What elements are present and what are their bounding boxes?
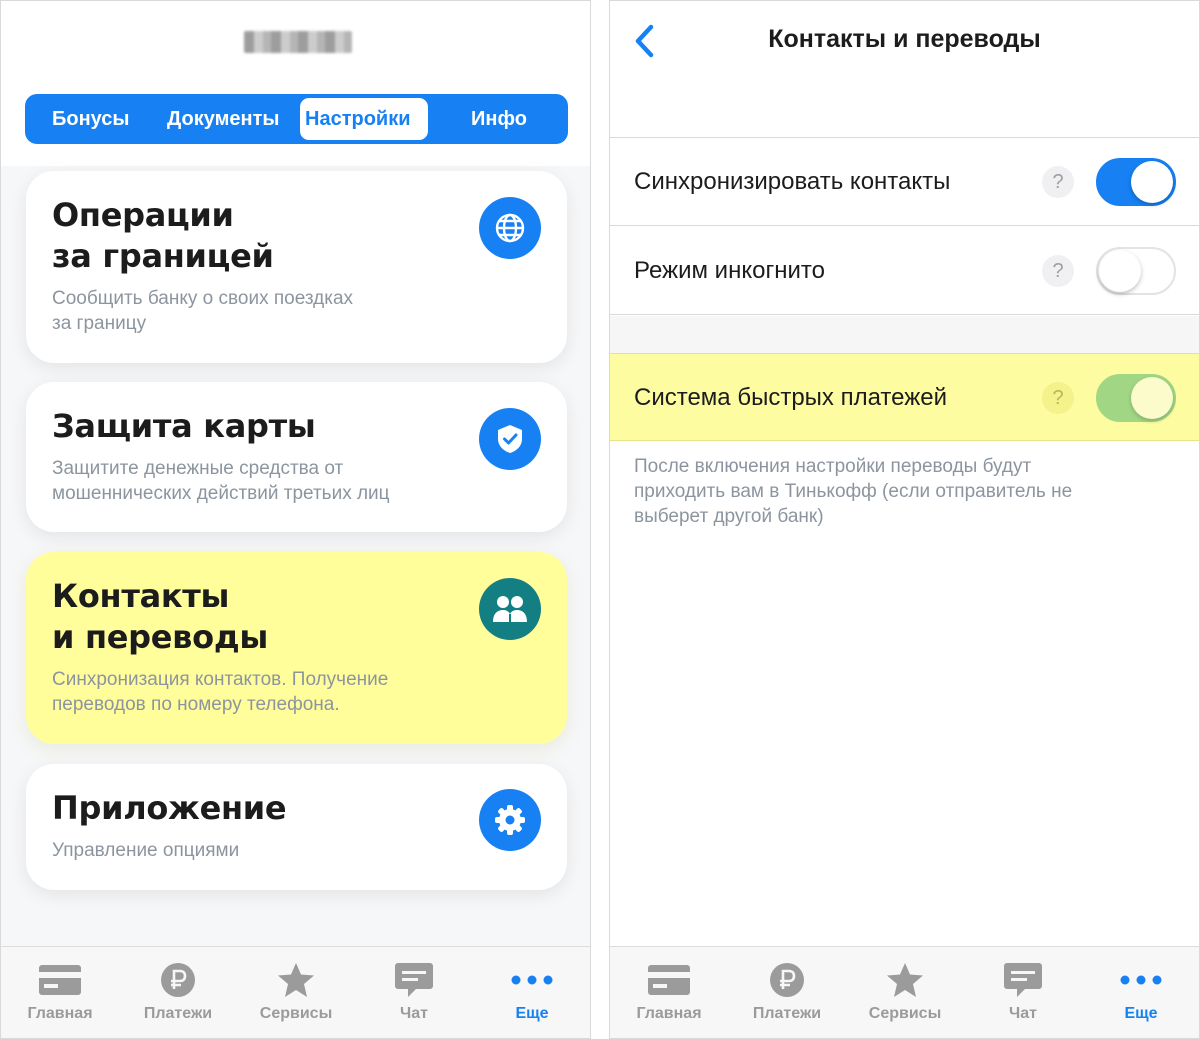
tab-bar-label: Сервисы bbox=[259, 1005, 333, 1022]
tab-bar-label: Главная bbox=[636, 1005, 702, 1022]
setting-footnote: После включения настройки переводы будут… bbox=[634, 456, 1073, 527]
tab-bar-item-chat[interactable]: Чат bbox=[964, 947, 1082, 1038]
shield-check-icon bbox=[479, 408, 541, 470]
star-icon bbox=[237, 961, 355, 999]
bottom-tab-bar: Главная Платежи Сервисы Чат Еще bbox=[1, 946, 590, 1038]
page-title: Контакты и переводы bbox=[768, 25, 1041, 53]
tab-bar-label: Главная bbox=[27, 1005, 93, 1022]
tab-bar-item-payments[interactable]: Платежи bbox=[728, 947, 846, 1038]
tab-bar-item-more[interactable]: Еще bbox=[1082, 947, 1199, 1038]
tab-bar-item-home[interactable]: Главная bbox=[1, 947, 119, 1038]
card-abroad-operations[interactable]: Операции за границей Сообщить банку о св… bbox=[26, 171, 567, 363]
setting-label: Синхронизировать контакты bbox=[634, 168, 951, 195]
divider bbox=[591, 0, 609, 1039]
more-icon bbox=[473, 961, 590, 999]
more-icon bbox=[1082, 961, 1199, 999]
blurred-user-name bbox=[244, 31, 352, 53]
tab-bar-label: Еще bbox=[515, 1005, 549, 1022]
tab-bar-label: Чат bbox=[400, 1005, 428, 1022]
navigation-bar: Контакты и переводы bbox=[610, 1, 1199, 138]
tab-bar-item-payments[interactable]: Платежи bbox=[119, 947, 237, 1038]
toggle-knob bbox=[1131, 377, 1173, 419]
card-icon bbox=[1, 961, 119, 999]
card-title: Операции за границей bbox=[52, 196, 274, 275]
toggle-knob bbox=[1099, 250, 1141, 292]
bottom-tab-bar: Главная Платежи Сервисы Чат Еще bbox=[610, 946, 1199, 1038]
card-application[interactable]: Приложение Управление опциями bbox=[26, 764, 567, 890]
tab-bar-label: Платежи bbox=[143, 1005, 213, 1022]
card-card-protection[interactable]: Защита карты Защитите денежные средства … bbox=[26, 382, 567, 532]
setting-label: Режим инкогнито bbox=[634, 257, 825, 284]
setting-row-fast-payments: Система быстрых платежей ? bbox=[610, 353, 1199, 441]
card-title: Защита карты bbox=[52, 407, 316, 445]
tab-bar-item-home[interactable]: Главная bbox=[610, 947, 728, 1038]
ruble-icon bbox=[728, 961, 846, 999]
incognito-toggle[interactable] bbox=[1096, 247, 1176, 295]
people-icon bbox=[479, 578, 541, 640]
gear-icon bbox=[479, 789, 541, 851]
section-tabs: Бонусы Документы Настройки Инфо bbox=[25, 94, 568, 144]
ruble-icon bbox=[119, 961, 237, 999]
tab-bar-item-services[interactable]: Сервисы bbox=[846, 947, 964, 1038]
chat-icon bbox=[355, 961, 473, 999]
card-contacts-transfers[interactable]: Контакты и переводы Синхронизация контак… bbox=[26, 552, 567, 744]
tab-bar-label: Сервисы bbox=[868, 1005, 942, 1022]
contacts-transfers-screen: Контакты и переводы Синхронизировать кон… bbox=[609, 0, 1200, 1039]
card-description: Защитите денежные средства от мошенничес… bbox=[52, 458, 390, 504]
tab-bar-label: Еще bbox=[1124, 1005, 1158, 1022]
tab-bar-label: Чат bbox=[1009, 1005, 1037, 1022]
card-title: Приложение bbox=[52, 789, 287, 827]
tab-bonuses[interactable]: Бонусы bbox=[52, 94, 162, 144]
setting-label: Система быстрых платежей bbox=[634, 384, 948, 411]
help-button[interactable]: ? bbox=[1042, 255, 1074, 287]
tab-bar-item-chat[interactable]: Чат bbox=[355, 947, 473, 1038]
chat-icon bbox=[964, 961, 1082, 999]
tab-bar-label: Платежи bbox=[752, 1005, 822, 1022]
sync-contacts-toggle[interactable] bbox=[1096, 158, 1176, 206]
card-description: Управление опциями bbox=[52, 840, 240, 861]
setting-row-incognito: Режим инкогнито ? bbox=[610, 227, 1199, 315]
tab-info[interactable]: Инфо bbox=[471, 94, 551, 144]
toggle-knob bbox=[1131, 161, 1173, 203]
setting-row-sync-contacts: Синхронизировать контакты ? bbox=[610, 138, 1199, 226]
header: Бонусы Документы Настройки Инфо bbox=[1, 1, 590, 166]
card-title: Контакты и переводы bbox=[52, 577, 269, 656]
help-button[interactable]: ? bbox=[1042, 166, 1074, 198]
card-description: Сообщить банку о своих поездках за грани… bbox=[52, 288, 354, 334]
tab-bar-item-services[interactable]: Сервисы bbox=[237, 947, 355, 1038]
tab-settings[interactable]: Настройки bbox=[300, 98, 428, 140]
tab-bar-item-more[interactable]: Еще bbox=[473, 947, 590, 1038]
tab-documents[interactable]: Документы bbox=[167, 94, 299, 144]
card-icon bbox=[610, 961, 728, 999]
fast-payments-toggle[interactable] bbox=[1096, 374, 1176, 422]
card-description: Синхронизация контактов. Получение перев… bbox=[52, 669, 389, 715]
globe-icon bbox=[479, 197, 541, 259]
section-separator bbox=[610, 316, 1199, 353]
settings-screen: Бонусы Документы Настройки Инфо Операции… bbox=[0, 0, 591, 1039]
star-icon bbox=[846, 961, 964, 999]
help-button[interactable]: ? bbox=[1042, 382, 1074, 414]
